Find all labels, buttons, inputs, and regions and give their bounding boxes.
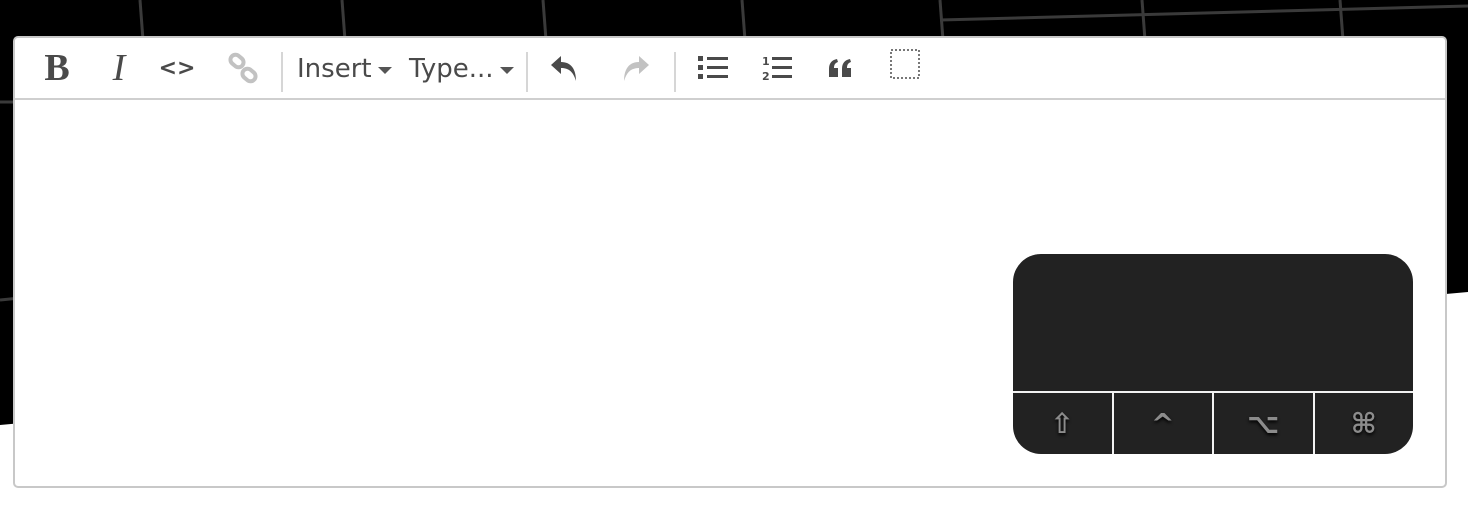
option-key-icon: ⌥ xyxy=(1247,407,1280,440)
modifier-keys-row: ⇧ ^ ⌥ ⌘ xyxy=(1013,391,1413,454)
undo-icon xyxy=(551,56,576,81)
blockquote-button[interactable] xyxy=(819,44,863,92)
command-key-button[interactable]: ⌘ xyxy=(1315,393,1414,454)
bullet-list-icon xyxy=(698,56,728,79)
svg-text:2: 2 xyxy=(762,70,770,82)
toolbar-separator xyxy=(281,52,283,92)
insert-dropdown[interactable]: Insert xyxy=(297,46,392,92)
option-key-button[interactable]: ⌥ xyxy=(1214,393,1315,454)
select-block-icon xyxy=(890,49,920,79)
code-icon: <> xyxy=(158,55,196,81)
shift-key-button[interactable]: ⇧ xyxy=(1013,393,1114,454)
redo-button[interactable] xyxy=(613,44,657,92)
svg-text:1: 1 xyxy=(762,55,770,68)
touchpad-area[interactable] xyxy=(1013,254,1413,391)
control-key-icon: ^ xyxy=(1151,407,1175,440)
blockquote-icon xyxy=(829,59,851,77)
modifier-keys-pad: ⇧ ^ ⌥ ⌘ xyxy=(1013,254,1413,454)
italic-button[interactable]: I xyxy=(99,44,139,92)
insert-dropdown-label: Insert xyxy=(297,54,372,84)
type-dropdown-label: Type... xyxy=(409,54,494,84)
redo-icon xyxy=(624,56,649,81)
ordered-list-icon: 1 2 xyxy=(762,55,792,82)
undo-button[interactable] xyxy=(543,44,587,92)
bullet-list-button[interactable] xyxy=(691,44,735,92)
editor-toolbar: B I <> Insert Type... 1 2 xyxy=(15,38,1445,100)
italic-icon: I xyxy=(112,47,126,89)
link-button[interactable] xyxy=(221,44,265,92)
rich-text-editor: B I <> Insert Type... 1 2 ⇧ ^ ⌥ ⌘ xyxy=(13,36,1447,488)
toolbar-separator xyxy=(674,52,676,92)
editor-content-area[interactable]: ⇧ ^ ⌥ ⌘ xyxy=(15,100,1445,486)
chevron-down-icon xyxy=(499,66,514,74)
bold-icon: B xyxy=(44,47,70,89)
toolbar-separator xyxy=(526,52,528,92)
shift-key-icon: ⇧ xyxy=(1050,407,1074,440)
link-icon xyxy=(228,52,258,84)
bold-button[interactable]: B xyxy=(37,44,77,92)
select-block-button[interactable] xyxy=(883,40,927,88)
control-key-button[interactable]: ^ xyxy=(1114,393,1214,454)
type-dropdown[interactable]: Type... xyxy=(409,46,514,92)
code-button[interactable]: <> xyxy=(155,44,199,92)
chevron-down-icon xyxy=(377,66,392,74)
command-key-icon: ⌘ xyxy=(1350,407,1377,440)
ordered-list-button[interactable]: 1 2 xyxy=(755,44,799,92)
